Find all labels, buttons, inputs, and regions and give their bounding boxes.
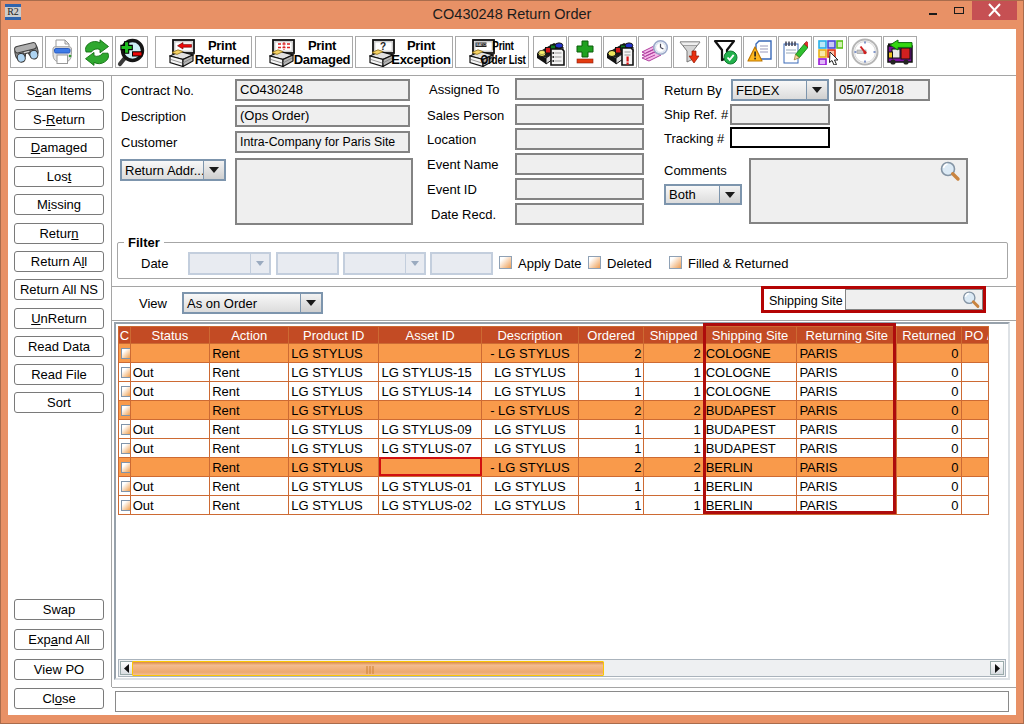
svg-text:?: ? xyxy=(380,41,386,52)
